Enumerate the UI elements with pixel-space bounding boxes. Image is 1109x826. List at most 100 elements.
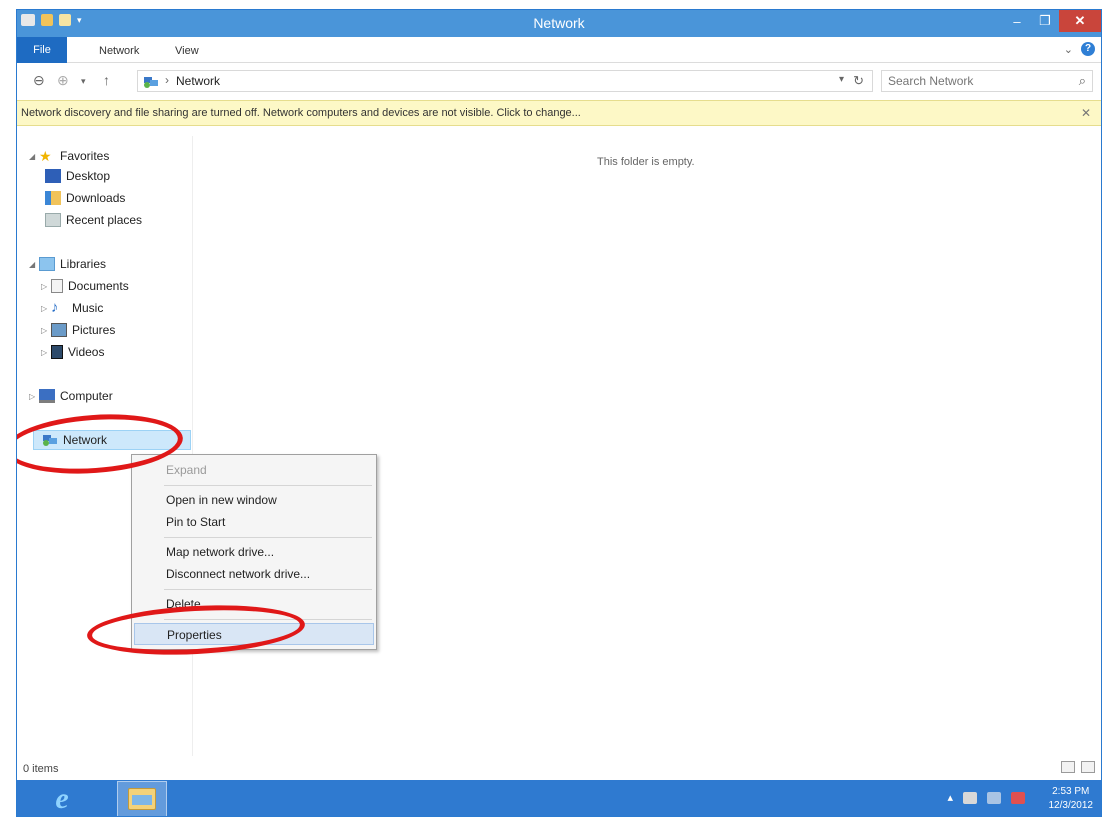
breadcrumb-network[interactable]: Network: [176, 74, 220, 88]
clock-time: 2:53 PM: [1052, 786, 1090, 797]
menu-item-open-in-new-window[interactable]: Open in new window: [134, 489, 374, 511]
tree-item-music[interactable]: ▷ ♪ Music: [41, 298, 103, 318]
tree-label: Videos: [68, 345, 105, 359]
volume-icon[interactable]: [1011, 791, 1025, 804]
tree-item-documents[interactable]: ▷ Documents: [41, 276, 129, 296]
computer-icon: [39, 389, 55, 403]
pictures-icon: [51, 323, 67, 337]
tree-label: Recent places: [66, 213, 143, 227]
up-icon[interactable]: ↑: [103, 72, 110, 88]
close-icon[interactable]: ✕: [1081, 106, 1091, 120]
ribbon-tabs: File Network View ⌄ ?: [17, 37, 1101, 63]
tree-network[interactable]: Network: [33, 430, 191, 450]
clock-date: 12/3/2012: [1048, 800, 1094, 811]
expand-arrow-icon[interactable]: ▷: [41, 282, 51, 291]
tree-libraries[interactable]: ◢ Libraries: [29, 254, 106, 274]
menu-item-map-network-drive[interactable]: Map network drive...: [134, 541, 374, 563]
show-hidden-icons-icon[interactable]: ▴: [947, 791, 953, 804]
tree-label: Music: [72, 301, 104, 315]
large-icons-view-icon[interactable]: [1081, 761, 1095, 773]
library-icon: [39, 257, 55, 271]
screenshot-frame: ▾ Network – ❐ ✕ File Network View ⌄ ? ⊖ …: [0, 0, 1109, 826]
menu-item-expand[interactable]: Expand: [134, 459, 374, 481]
explorer-window: ▾ Network – ❐ ✕ File Network View ⌄ ? ⊖ …: [16, 9, 1102, 817]
empty-folder-message: This folder is empty.: [597, 156, 695, 168]
address-bar[interactable]: › Network ▾ ↻: [137, 70, 873, 92]
context-menu: Expand Open in new window Pin to Start M…: [131, 454, 377, 650]
taskbar-clock[interactable]: 2:53 PM 12/3/2012: [1049, 785, 1094, 813]
back-icon[interactable]: ⊖: [33, 72, 45, 89]
ie-icon[interactable]: e: [37, 783, 87, 815]
network-icon: [144, 77, 158, 88]
tree-label: Downloads: [66, 191, 126, 205]
tree-label: Network: [63, 433, 108, 447]
system-tray: ▴: [947, 791, 1025, 804]
desktop-icon: [45, 169, 61, 183]
menu-separator: [164, 485, 372, 486]
tab-view[interactable]: View: [165, 41, 209, 61]
videos-icon: [51, 345, 63, 359]
tree-label: Computer: [60, 389, 113, 403]
menu-item-disconnect-network-drive[interactable]: Disconnect network drive...: [134, 563, 374, 585]
menu-item-delete[interactable]: Delete: [134, 593, 374, 615]
breadcrumb-separator: ›: [165, 73, 169, 87]
action-center-icon[interactable]: [963, 791, 977, 804]
tree-item-videos[interactable]: ▷ Videos: [41, 342, 104, 362]
navigation-bar: ⊖ ⊕ ▾ ↑ › Network ▾ ↻ ⌕: [17, 64, 1101, 97]
close-button[interactable]: ✕: [1059, 10, 1101, 32]
window-controls: – ❐ ✕: [1003, 10, 1101, 32]
tree-label: Libraries: [60, 257, 107, 271]
menu-separator: [164, 537, 372, 538]
tree-item-downloads[interactable]: Downloads: [45, 188, 125, 208]
minimize-button[interactable]: –: [1003, 10, 1031, 32]
menu-item-pin-to-start[interactable]: Pin to Start: [134, 511, 374, 533]
recent-locations-icon[interactable]: ▾: [81, 76, 86, 87]
documents-icon: [51, 279, 63, 293]
star-icon: ★: [39, 148, 52, 164]
tree-label: Pictures: [72, 323, 116, 337]
menu-item-properties[interactable]: Properties: [134, 623, 374, 645]
network-status-icon[interactable]: [987, 791, 1001, 804]
tree-item-desktop[interactable]: Desktop: [45, 166, 110, 186]
details-view-icon[interactable]: [1061, 761, 1075, 773]
infobar-message[interactable]: Network discovery and file sharing are t…: [21, 107, 581, 119]
title-bar: ▾ Network – ❐ ✕: [17, 10, 1101, 37]
view-buttons: [1061, 761, 1095, 773]
address-dropdown-icon[interactable]: ▾: [839, 74, 844, 85]
collapse-arrow-icon[interactable]: ◢: [29, 152, 39, 161]
tree-favorites[interactable]: ◢ ★ Favorites: [29, 146, 109, 166]
forward-icon[interactable]: ⊕: [57, 72, 69, 89]
downloads-icon: [45, 191, 61, 205]
music-icon: ♪: [51, 299, 59, 316]
tree-computer[interactable]: ▷ Computer: [29, 386, 113, 406]
tree-label: Documents: [68, 279, 129, 293]
refresh-icon[interactable]: ↻: [853, 73, 864, 89]
navigation-pane: ◢ ★ Favorites Desktop Downloads Recent p…: [17, 136, 193, 756]
tab-file[interactable]: File: [17, 37, 67, 63]
taskbar: e ▴ 2:53 PM 12/3/2012: [17, 780, 1101, 816]
tree-label: Desktop: [66, 169, 111, 183]
tree-item-pictures[interactable]: ▷ Pictures: [41, 320, 115, 340]
expand-arrow-icon[interactable]: ▷: [29, 392, 39, 401]
folder-icon: [128, 788, 156, 810]
status-bar: 0 items: [17, 757, 1101, 779]
maximize-button[interactable]: ❐: [1031, 10, 1059, 32]
search-icon[interactable]: ⌕: [1079, 73, 1086, 89]
menu-separator: [164, 619, 372, 620]
help-icon[interactable]: ?: [1081, 42, 1095, 56]
file-explorer-taskbar-button[interactable]: [117, 781, 167, 816]
expand-arrow-icon[interactable]: ▷: [41, 326, 51, 335]
expand-arrow-icon[interactable]: ▷: [41, 348, 51, 357]
collapse-arrow-icon[interactable]: ◢: [29, 260, 39, 269]
tab-network[interactable]: Network: [89, 41, 149, 61]
tree-item-recent-places[interactable]: Recent places: [45, 210, 142, 230]
recent-places-icon: [45, 213, 61, 227]
search-box[interactable]: ⌕: [881, 70, 1093, 92]
network-icon: [43, 435, 57, 446]
expand-arrow-icon[interactable]: ▷: [41, 304, 51, 313]
expand-ribbon-icon[interactable]: ⌄: [1064, 43, 1073, 56]
network-discovery-infobar[interactable]: Network discovery and file sharing are t…: [17, 100, 1101, 126]
search-input[interactable]: [888, 73, 1058, 89]
tree-label: Favorites: [60, 149, 110, 163]
item-count: 0 items: [23, 763, 59, 775]
